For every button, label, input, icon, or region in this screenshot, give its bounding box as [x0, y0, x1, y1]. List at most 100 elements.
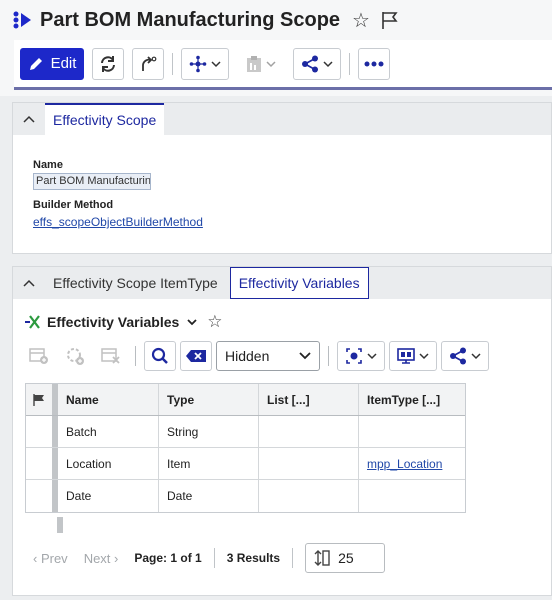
clipboard-icon [247, 55, 261, 72]
tab-effectivity-scope[interactable]: Effectivity Scope [45, 103, 165, 135]
clear-icon [186, 350, 206, 362]
star-icon[interactable]: ☆ [207, 312, 222, 332]
chevron-down-icon [471, 353, 481, 360]
grid-toolbar: Hidden [23, 341, 493, 371]
title-row: Part BOM Manufacturing Scope ☆ [12, 6, 398, 34]
clear-button[interactable] [180, 341, 212, 371]
builder-method-link[interactable]: effs_scopeObjectBuilderMethod [33, 215, 203, 229]
row-flag-cell[interactable] [26, 480, 58, 512]
tab-effectivity-variables[interactable]: Effectivity Variables [229, 267, 369, 299]
column-resize-bar[interactable] [57, 517, 63, 533]
chevron-up-icon [23, 115, 35, 123]
add-button[interactable] [59, 341, 91, 371]
page-size-input[interactable]: 25 [305, 543, 386, 573]
effectivity-variables-panel: Effectivity Scope ItemType Effectivity V… [12, 266, 552, 596]
toolbar-separator [328, 346, 329, 366]
chevron-down-icon[interactable] [187, 317, 197, 327]
column-header-type[interactable]: Type [159, 384, 259, 415]
name-label: Name [33, 159, 63, 171]
more-button[interactable] [358, 47, 390, 80]
cell-itemtype[interactable] [359, 416, 461, 447]
collapse-button[interactable] [13, 103, 45, 135]
name-field[interactable]: Part BOM Manufacturing [33, 173, 151, 190]
variables-table: Name Type List [...] ItemType [...] Batc… [25, 383, 466, 513]
star-icon[interactable]: ☆ [352, 8, 370, 33]
grid-title: Effectivity Variables [47, 314, 180, 330]
flag-column-header[interactable] [26, 384, 58, 415]
table-header-row: Name Type List [...] ItemType [...] [26, 384, 465, 416]
camera-dropdown[interactable] [337, 341, 385, 371]
row-flag-cell[interactable] [26, 448, 58, 479]
add-row-icon [29, 348, 48, 364]
cell-type[interactable]: Date [159, 480, 259, 512]
add-row-button[interactable] [23, 341, 55, 371]
prev-label: Prev [40, 550, 68, 566]
effectivity-variables-icon [25, 315, 40, 329]
flag-icon[interactable] [380, 10, 398, 30]
page-title: Part BOM Manufacturing Scope [40, 8, 341, 31]
clipboard-dropdown[interactable] [237, 47, 285, 80]
cell-list[interactable] [259, 416, 359, 447]
tab-effectivity-scope-itemtype[interactable]: Effectivity Scope ItemType [45, 267, 226, 299]
chevron-down-icon [211, 60, 221, 67]
effectivity-scope-panel: Effectivity Scope Name Part BOM Manufact… [12, 102, 552, 254]
cell-type[interactable]: Item [159, 448, 259, 479]
chevron-down-icon [299, 352, 311, 360]
column-header-name[interactable]: Name [58, 384, 159, 415]
refresh-button[interactable] [92, 47, 124, 80]
row-flag-cell[interactable] [26, 416, 58, 447]
layout-icon [397, 348, 415, 364]
chevron-down-icon [419, 353, 429, 360]
structure-icon [189, 55, 207, 72]
next-page-button[interactable]: Next › [76, 543, 127, 573]
pager: ‹ Prev Next › Page: 1 of 1 3 Results 25 [25, 543, 386, 573]
column-header-itemtype[interactable]: ItemType [...] [359, 384, 461, 415]
grid-title-row: Effectivity Variables ☆ [23, 311, 223, 333]
cell-name[interactable]: Batch [58, 416, 159, 447]
cell-type[interactable]: String [159, 416, 259, 447]
rotate-icon [142, 55, 157, 71]
share-icon [450, 347, 466, 365]
cell-list[interactable] [259, 448, 359, 479]
next-label: Next [83, 550, 111, 566]
column-header-list[interactable]: List [...] [259, 384, 359, 415]
toolbar-separator [349, 52, 350, 75]
logo-icon [13, 11, 31, 29]
pager-separator [213, 548, 215, 568]
share-dropdown[interactable] [441, 341, 489, 371]
table-row[interactable]: Batch String [26, 416, 465, 448]
layout-dropdown[interactable] [389, 341, 437, 371]
cell-itemtype[interactable]: mpp_Location [359, 448, 461, 479]
camera-icon [346, 348, 362, 364]
cell-itemtype[interactable] [359, 480, 461, 512]
cell-name[interactable]: Location [58, 448, 159, 479]
chevron-down-icon [266, 60, 276, 67]
chevron-down-icon [367, 353, 377, 360]
itemtype-link[interactable]: mpp_Location [367, 457, 442, 471]
share-dropdown[interactable] [293, 47, 341, 80]
edit-label: Edit [50, 55, 77, 72]
cell-list[interactable] [259, 480, 359, 512]
table-row[interactable]: Date Date [26, 480, 465, 512]
delete-row-button[interactable] [95, 341, 127, 371]
chevron-down-icon [323, 60, 333, 67]
search-icon [151, 347, 168, 364]
panel2-tabbar: Effectivity Scope ItemType Effectivity V… [13, 267, 551, 299]
structure-dropdown[interactable] [181, 47, 229, 80]
page-info: Page: 1 of 1 [134, 551, 202, 565]
builder-method-label: Builder Method [33, 199, 114, 211]
cell-name[interactable]: Date [58, 480, 159, 512]
collapse-button[interactable] [13, 267, 45, 299]
filter-select[interactable]: Hidden [216, 341, 320, 371]
results-count: 3 Results [226, 551, 281, 565]
flag-column-icon [33, 393, 44, 406]
rotate-button[interactable] [132, 47, 164, 80]
edit-button[interactable]: Edit [20, 47, 84, 80]
more-icon [364, 61, 384, 66]
prev-page-button[interactable]: ‹ Prev [25, 543, 76, 573]
refresh-icon [101, 55, 115, 72]
delete-row-icon [101, 348, 120, 364]
chevron-up-icon [23, 279, 35, 287]
search-button[interactable] [144, 341, 176, 371]
table-row[interactable]: Location Item mpp_Location [26, 448, 465, 480]
